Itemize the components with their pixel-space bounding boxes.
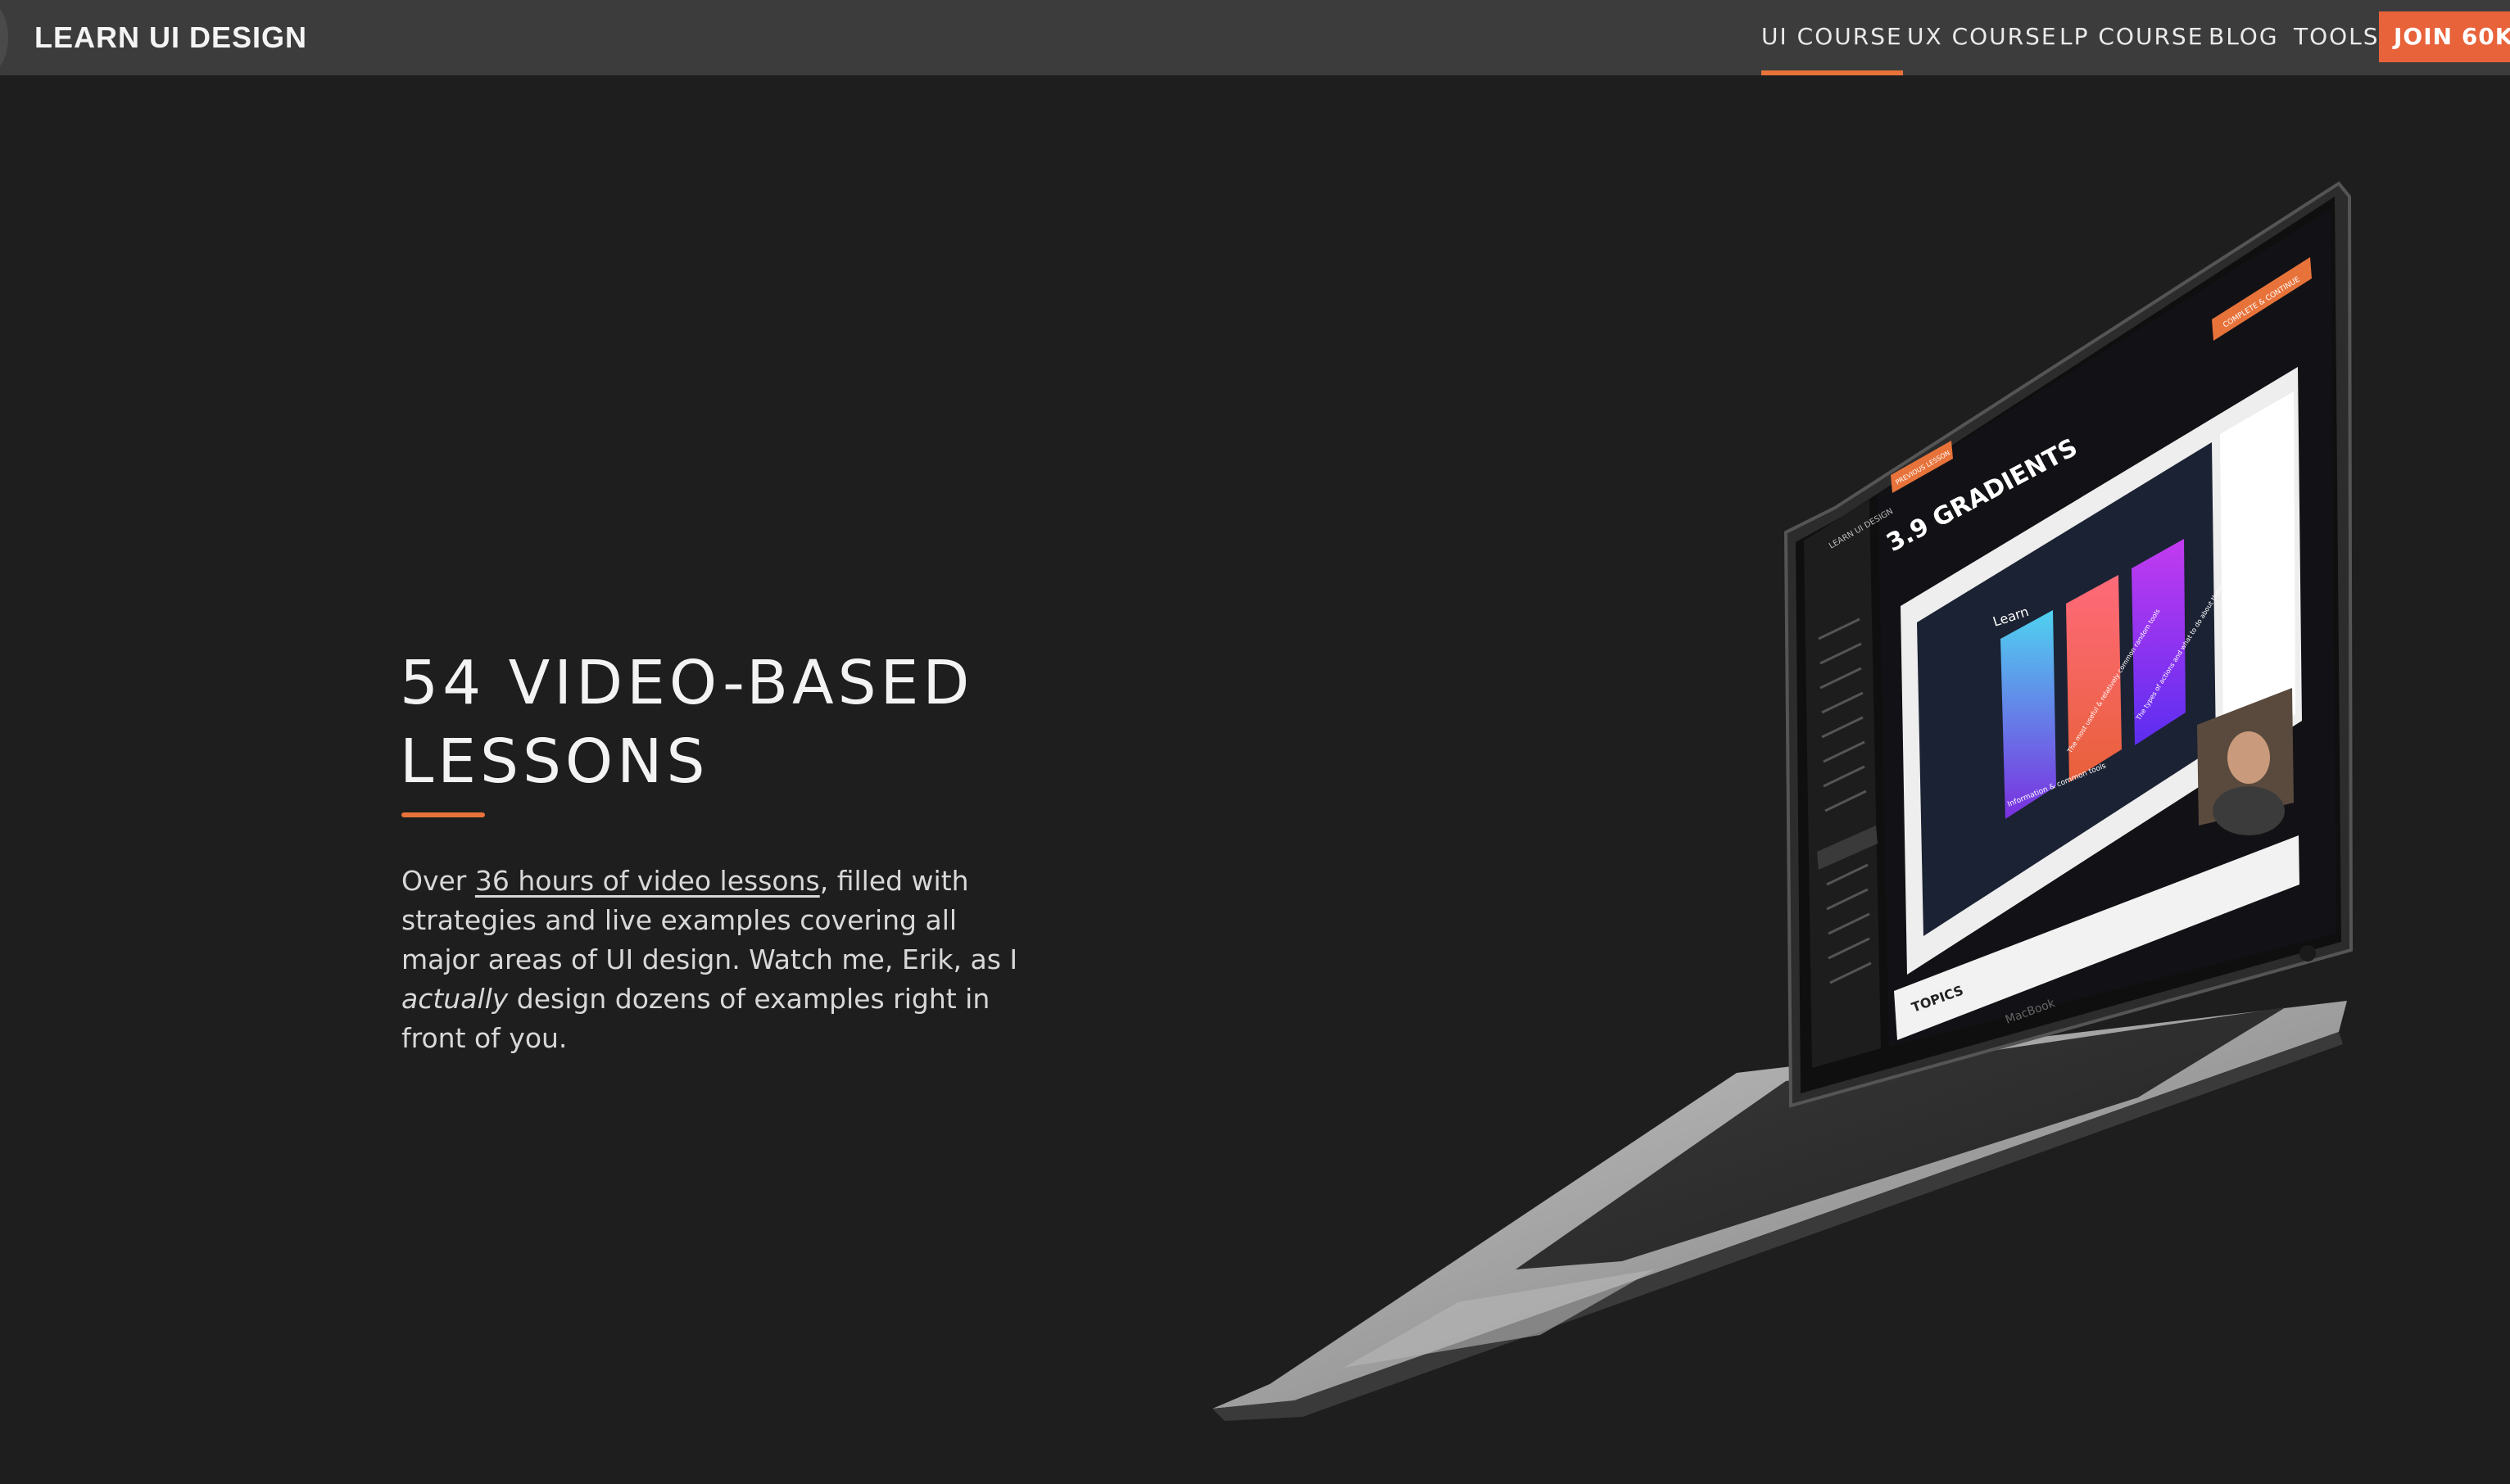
- desc-emphasis: actually: [401, 983, 509, 1015]
- top-navigation-bar: LEARN UI DESIGN UI COURSE UX COURSE LP C…: [0, 0, 2510, 75]
- site-logo[interactable]: LEARN UI DESIGN: [34, 0, 307, 75]
- nav-item-ux-course[interactable]: UX COURSE: [1907, 0, 2058, 75]
- heading-accent-bar: [401, 812, 485, 817]
- nav-item-blog[interactable]: BLOG: [2209, 0, 2279, 75]
- heading-line-2: LESSONS: [400, 726, 709, 797]
- nav-item-lp-course[interactable]: LP COURSE: [2059, 0, 2204, 75]
- video-lessons-link[interactable]: 36 hours of video lessons: [475, 865, 820, 897]
- join-button[interactable]: JOIN 60K+: [2379, 11, 2510, 62]
- scroll-indicator: [0, 5, 8, 70]
- nav-item-tools[interactable]: TOOLS: [2294, 0, 2380, 75]
- laptop-illustration: 3.9 GRADIENTS LEARN UI DESIGN Learn Info…: [1196, 164, 2376, 1425]
- section-description: Over 36 hours of video lessons, filled w…: [401, 862, 1040, 1058]
- section-heading: 54 VIDEO-BASED LESSONS: [400, 644, 1072, 801]
- desc-text-start: Over: [401, 865, 475, 897]
- heading-line-1: 54 VIDEO-BASED: [400, 648, 974, 718]
- nav-item-ui-course[interactable]: UI COURSE: [1761, 0, 1903, 75]
- laptop-svg: 3.9 GRADIENTS LEARN UI DESIGN Learn Info…: [1212, 181, 2354, 1421]
